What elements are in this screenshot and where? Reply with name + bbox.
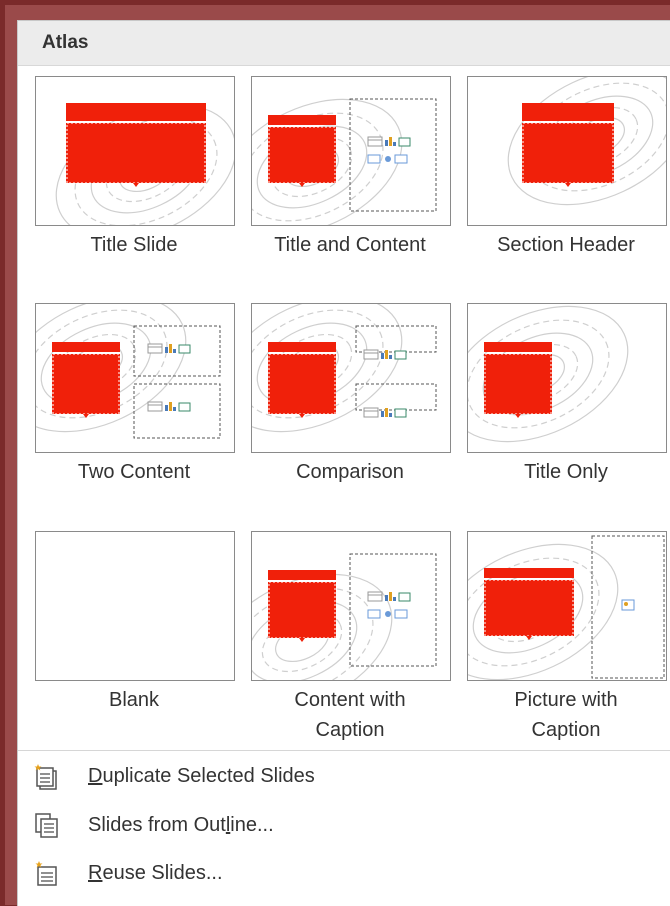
layout-thumbnail	[251, 303, 451, 453]
comparison-preview	[252, 304, 437, 433]
title-content-preview	[252, 98, 437, 225]
menu-label: Duplicate Selected Slides	[88, 765, 315, 787]
layout-thumbnail	[467, 303, 667, 453]
gallery-header: Atlas	[18, 21, 670, 66]
layout-label: Section Header	[497, 234, 635, 256]
duplicate-slides-icon	[34, 764, 57, 790]
duplicate-selected-slides-item[interactable]: Duplicate Selected Slides	[18, 755, 670, 799]
blank-preview	[36, 532, 234, 680]
picture-caption-preview	[468, 535, 665, 680]
layout-thumbnail	[467, 76, 667, 226]
layout-label: Blank	[108, 689, 160, 711]
layout-label: Picture with Caption	[514, 689, 618, 741]
theme-name: Atlas	[42, 32, 89, 53]
layout-label: Content with Caption	[294, 689, 406, 741]
layout-thumbnail	[251, 531, 451, 681]
slides-from-outline-item[interactable]: Slides from Outline...	[18, 804, 670, 848]
content-caption-preview	[252, 553, 437, 680]
menu-label: Reuse Slides...	[88, 862, 223, 884]
layout-thumbnail	[251, 76, 451, 226]
title-slide-preview	[55, 103, 234, 225]
layout-thumbnail	[35, 76, 235, 226]
slides-from-outline-icon	[35, 813, 58, 838]
layout-thumbnail	[467, 531, 667, 681]
layout-label: Title and Content	[274, 234, 426, 256]
layout-gallery-panel: Atlas Title Slide Title and Content Sect…	[17, 20, 670, 906]
layout-thumbnail	[35, 531, 235, 681]
title-only-preview	[468, 305, 629, 443]
two-content-preview	[36, 304, 221, 439]
layout-thumbnail	[35, 303, 235, 453]
layout-label: Title Slide	[90, 234, 178, 256]
layout-label: Two Content	[77, 461, 191, 483]
layout-label: Title Only	[524, 461, 608, 483]
menu-divider	[18, 750, 670, 751]
reuse-slides-item[interactable]: Reuse Slides...	[18, 852, 670, 896]
layout-label: Comparison	[296, 461, 404, 483]
reuse-slides-icon	[35, 861, 57, 886]
section-header-preview	[507, 77, 666, 206]
menu-label: Slides from Outline...	[88, 814, 274, 836]
